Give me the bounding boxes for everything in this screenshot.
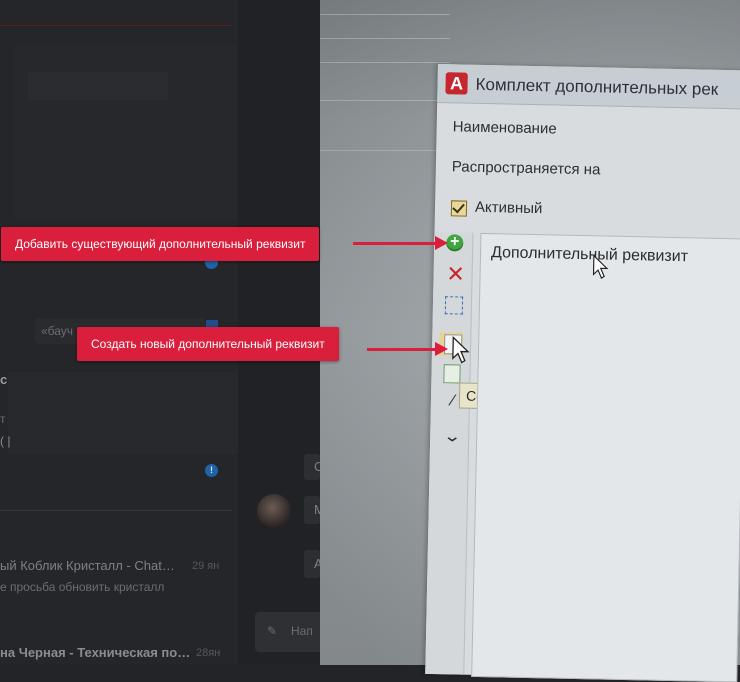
message-card: С — [304, 454, 320, 480]
window-title: Комплект дополнительных рек — [475, 74, 719, 99]
chat-time: 28ян — [196, 647, 221, 659]
active-label: Активный — [474, 198, 543, 218]
chat-fragment-letter: с — [0, 372, 8, 387]
attributes-toolbar: + ✕ ⁄ ⌄ Создать — [425, 231, 527, 675]
unread-badge: ! — [205, 464, 218, 477]
header-divider — [0, 25, 232, 26]
message-input-placeholder: Нап — [291, 624, 313, 638]
callout-arrow-head-icon — [435, 342, 448, 356]
chat-preview: е просьба обновить кристалл — [0, 580, 165, 594]
window-titlebar: A Комплект дополнительных рек — [437, 64, 740, 110]
add-icon: + — [446, 233, 464, 252]
message-card: М — [304, 496, 320, 524]
name-label: Наименование — [452, 118, 557, 138]
delete-icon: ✕ — [446, 261, 466, 287]
message-input[interactable]: ✎ Нап — [255, 612, 320, 652]
selected-chat-block[interactable] — [8, 372, 238, 454]
chat-time: 29 ян — [192, 560, 220, 572]
list-divider — [0, 510, 232, 511]
move-up-icon: ⁄ — [451, 392, 455, 410]
chat-fragment: ( | — [0, 434, 11, 448]
callout-create-new: Создать новый дополнительный реквизит — [77, 327, 339, 361]
copy-icon — [443, 364, 461, 384]
avatar — [257, 494, 291, 528]
additional-attributes-window: A Комплект дополнительных рек Наименован… — [425, 64, 740, 682]
select-icon — [444, 296, 464, 315]
attach-icon[interactable]: ✎ — [267, 624, 277, 638]
select-button[interactable] — [444, 296, 465, 316]
move-down-button[interactable]: ⌄ — [438, 426, 466, 447]
active-checkbox[interactable] — [450, 200, 468, 217]
list-item[interactable]: Дополнительный реквизит — [491, 244, 688, 266]
move-down-icon: ⌄ — [442, 428, 462, 446]
callout-arrow-head-icon — [435, 236, 448, 250]
app-logo-icon: A — [445, 72, 468, 95]
chat-title: на Черная - Техническая по… — [0, 645, 191, 660]
message-bubble — [28, 72, 168, 100]
delete-button[interactable]: ✕ — [445, 261, 466, 287]
callout-add-existing: Добавить существующий дополнительный рек… — [1, 227, 320, 261]
copy-button[interactable] — [443, 364, 463, 384]
search-hint-text: «бауч — [41, 324, 74, 338]
message-card: А — [304, 550, 320, 578]
callout-arrow-line — [367, 348, 437, 351]
callout-arrow-line — [353, 242, 437, 245]
attributes-list[interactable]: Дополнительный реквизит — [471, 232, 740, 682]
add-existing-button[interactable]: + — [446, 233, 466, 254]
chat-fragment: т — [0, 412, 6, 426]
applies-to-label: Распространяется на — [451, 158, 601, 179]
chat-title: ый Коблик Кристалл - Chat… — [0, 558, 175, 573]
